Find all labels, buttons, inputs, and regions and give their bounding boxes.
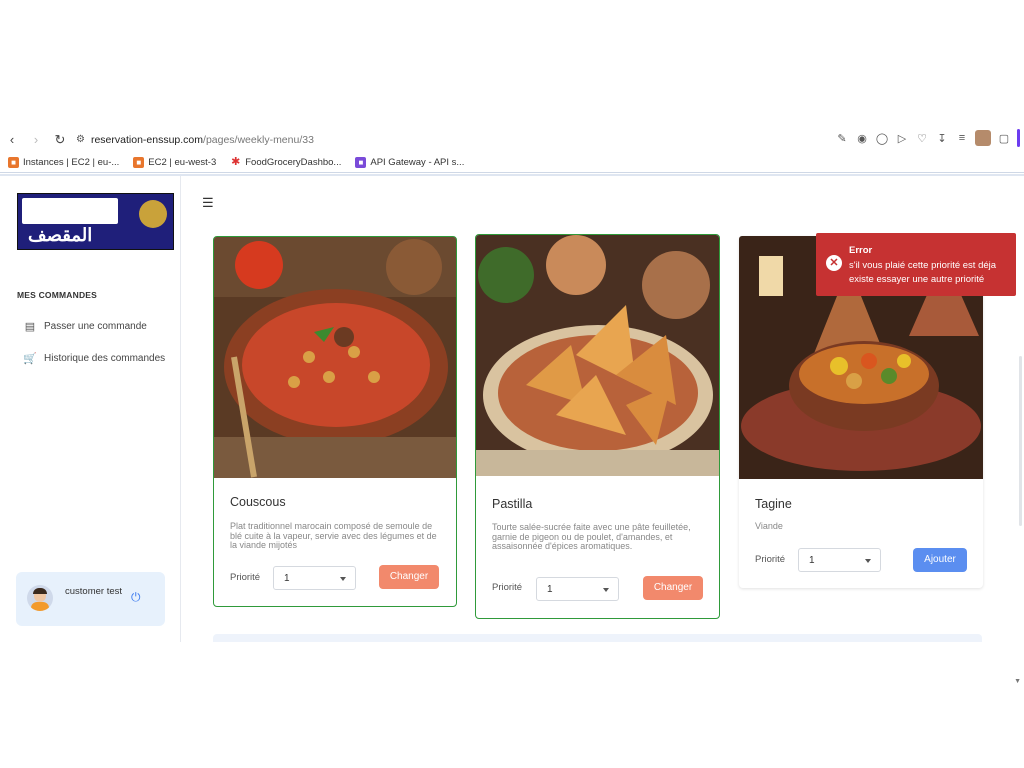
url-field[interactable]: ⚙ reservation-enssup.com/pages/weekly-me…: [76, 134, 314, 146]
priority-value: 1: [809, 555, 815, 566]
browser-window: ‹ › ↻ ⚙ reservation-enssup.com/pages/wee…: [0, 126, 1024, 685]
logo-banner: [22, 198, 118, 224]
bookmark-label: Instances | EC2 | eu-...: [23, 157, 120, 168]
priority-select[interactable]: 1: [798, 548, 881, 572]
chevron-down-icon: [603, 588, 609, 592]
bookmark-api-gateway[interactable]: ■ API Gateway - API s...: [355, 157, 464, 168]
bookmark-food-dashboard[interactable]: ✱ FoodGroceryDashbo...: [230, 156, 342, 169]
sidebar-toggle[interactable]: [1017, 129, 1020, 147]
bookmark-ec2-instances[interactable]: ■ Instances | EC2 | eu-...: [8, 157, 119, 168]
section-title: MES COMMANDES: [17, 290, 98, 300]
order-icon: ▤: [24, 320, 36, 333]
priority-label: Priorité: [492, 582, 523, 593]
sidebar-item-passer-commande[interactable]: ▤ Passer une commande: [24, 320, 147, 333]
browser-toolbar: ✎ ◉ ◯ ▷ ♡ ↧ ≡ ▢: [835, 129, 1020, 147]
api-gateway-icon: ■: [355, 157, 367, 168]
card-description: Tourte salée-sucrée faite avec une pâte …: [492, 522, 691, 551]
hamburger-menu-icon[interactable]: ☰: [202, 195, 214, 211]
sidebar: المقصف MES COMMANDES ▤ Passer une comman…: [0, 176, 181, 642]
extensions-icon[interactable]: ▢: [997, 131, 1011, 145]
card-title: Pastilla: [492, 497, 533, 511]
address-bar: ‹ › ↻ ⚙ reservation-enssup.com/pages/wee…: [0, 126, 1024, 153]
star-icon: ✱: [231, 156, 241, 168]
card-description: Viande: [755, 521, 783, 531]
toast-title: Error: [849, 245, 873, 256]
emblem-icon: [139, 200, 167, 228]
avatar-hair: [33, 588, 47, 594]
sidebar-item-historique[interactable]: 🛒 Historique des commandes: [23, 352, 166, 365]
card-title: Couscous: [230, 495, 286, 509]
profile-avatar[interactable]: [975, 130, 991, 146]
logo[interactable]: المقصف: [17, 193, 174, 250]
aws-icon: ■: [8, 157, 19, 168]
priority-select[interactable]: 1: [273, 566, 356, 590]
power-icon[interactable]: ⏻: [131, 590, 141, 605]
avatar: [27, 585, 53, 611]
pastilla-image: [476, 235, 719, 476]
url-domain: reservation-enssup.com: [90, 133, 204, 146]
shield-icon[interactable]: ◯: [875, 131, 889, 145]
chevron-down-icon: [340, 577, 346, 581]
logo-text: المقصف: [28, 225, 93, 246]
error-icon: ✕: [826, 255, 842, 271]
sidebar-item-label: Passer une commande: [44, 320, 147, 332]
send-icon[interactable]: ▷: [895, 131, 909, 145]
heart-icon[interactable]: ♡: [915, 131, 929, 145]
sidebar-item-label: Historique des commandes: [44, 352, 166, 364]
user-card: customer test ⏻: [16, 572, 165, 626]
priority-value: 1: [547, 584, 553, 595]
scroll-down-icon[interactable]: ▼: [1014, 678, 1021, 685]
edit-icon[interactable]: ✎: [835, 131, 849, 145]
avatar-shirt: [31, 602, 49, 611]
next-section-strip: [213, 634, 982, 642]
change-button[interactable]: Changer: [643, 576, 703, 600]
page-content: المقصف MES COMMANDES ▤ Passer une comman…: [0, 176, 1024, 685]
aws-icon: ■: [133, 157, 145, 168]
playlist-icon[interactable]: ≡: [955, 131, 969, 145]
couscous-image: [214, 237, 456, 478]
bookmarks-bar: ■ Instances | EC2 | eu-... ■ EC2 | eu-west…: [0, 153, 1024, 173]
back-icon[interactable]: ‹: [0, 128, 24, 152]
toast-message: s'il vous plaié cette priorité est déja …: [849, 260, 997, 285]
url-path: /pages/weekly-menu/33: [203, 133, 314, 146]
priority-label: Priorité: [230, 572, 261, 583]
bookmark-label: EC2 | eu-west-3: [148, 157, 217, 168]
card-description: Plat traditionnel marocain composé de se…: [230, 521, 437, 550]
bookmark-ec2-region[interactable]: ■ EC2 | eu-west-3: [133, 157, 216, 168]
priority-label: Priorité: [755, 554, 786, 565]
site-info-icon[interactable]: ⚙: [76, 134, 85, 145]
chevron-down-icon: [865, 559, 871, 563]
menu-card-couscous[interactable]: Couscous Plat traditionnel marocain comp…: [213, 236, 457, 607]
add-button[interactable]: Ajouter: [913, 548, 967, 572]
menu-card-pastilla[interactable]: Pastilla Tourte salée-sucrée faite avec …: [475, 234, 720, 619]
reload-icon[interactable]: ↻: [48, 128, 72, 152]
error-toast[interactable]: ✕ Error s'il vous plaié cette priorité e…: [816, 233, 1016, 296]
card-title: Tagine: [755, 497, 792, 511]
download-icon[interactable]: ↧: [935, 131, 949, 145]
bookmark-label: FoodGroceryDashbo...: [245, 157, 342, 168]
priority-value: 1: [284, 573, 290, 584]
change-button[interactable]: Changer: [379, 565, 439, 589]
camera-icon[interactable]: ◉: [855, 131, 869, 145]
user-name: customer test: [65, 586, 123, 597]
priority-select[interactable]: 1: [536, 577, 619, 601]
bookmark-label: API Gateway - API s...: [370, 157, 465, 168]
forward-icon[interactable]: ›: [24, 128, 48, 152]
scrollbar[interactable]: [1019, 356, 1022, 526]
cart-icon: 🛒: [23, 352, 37, 365]
